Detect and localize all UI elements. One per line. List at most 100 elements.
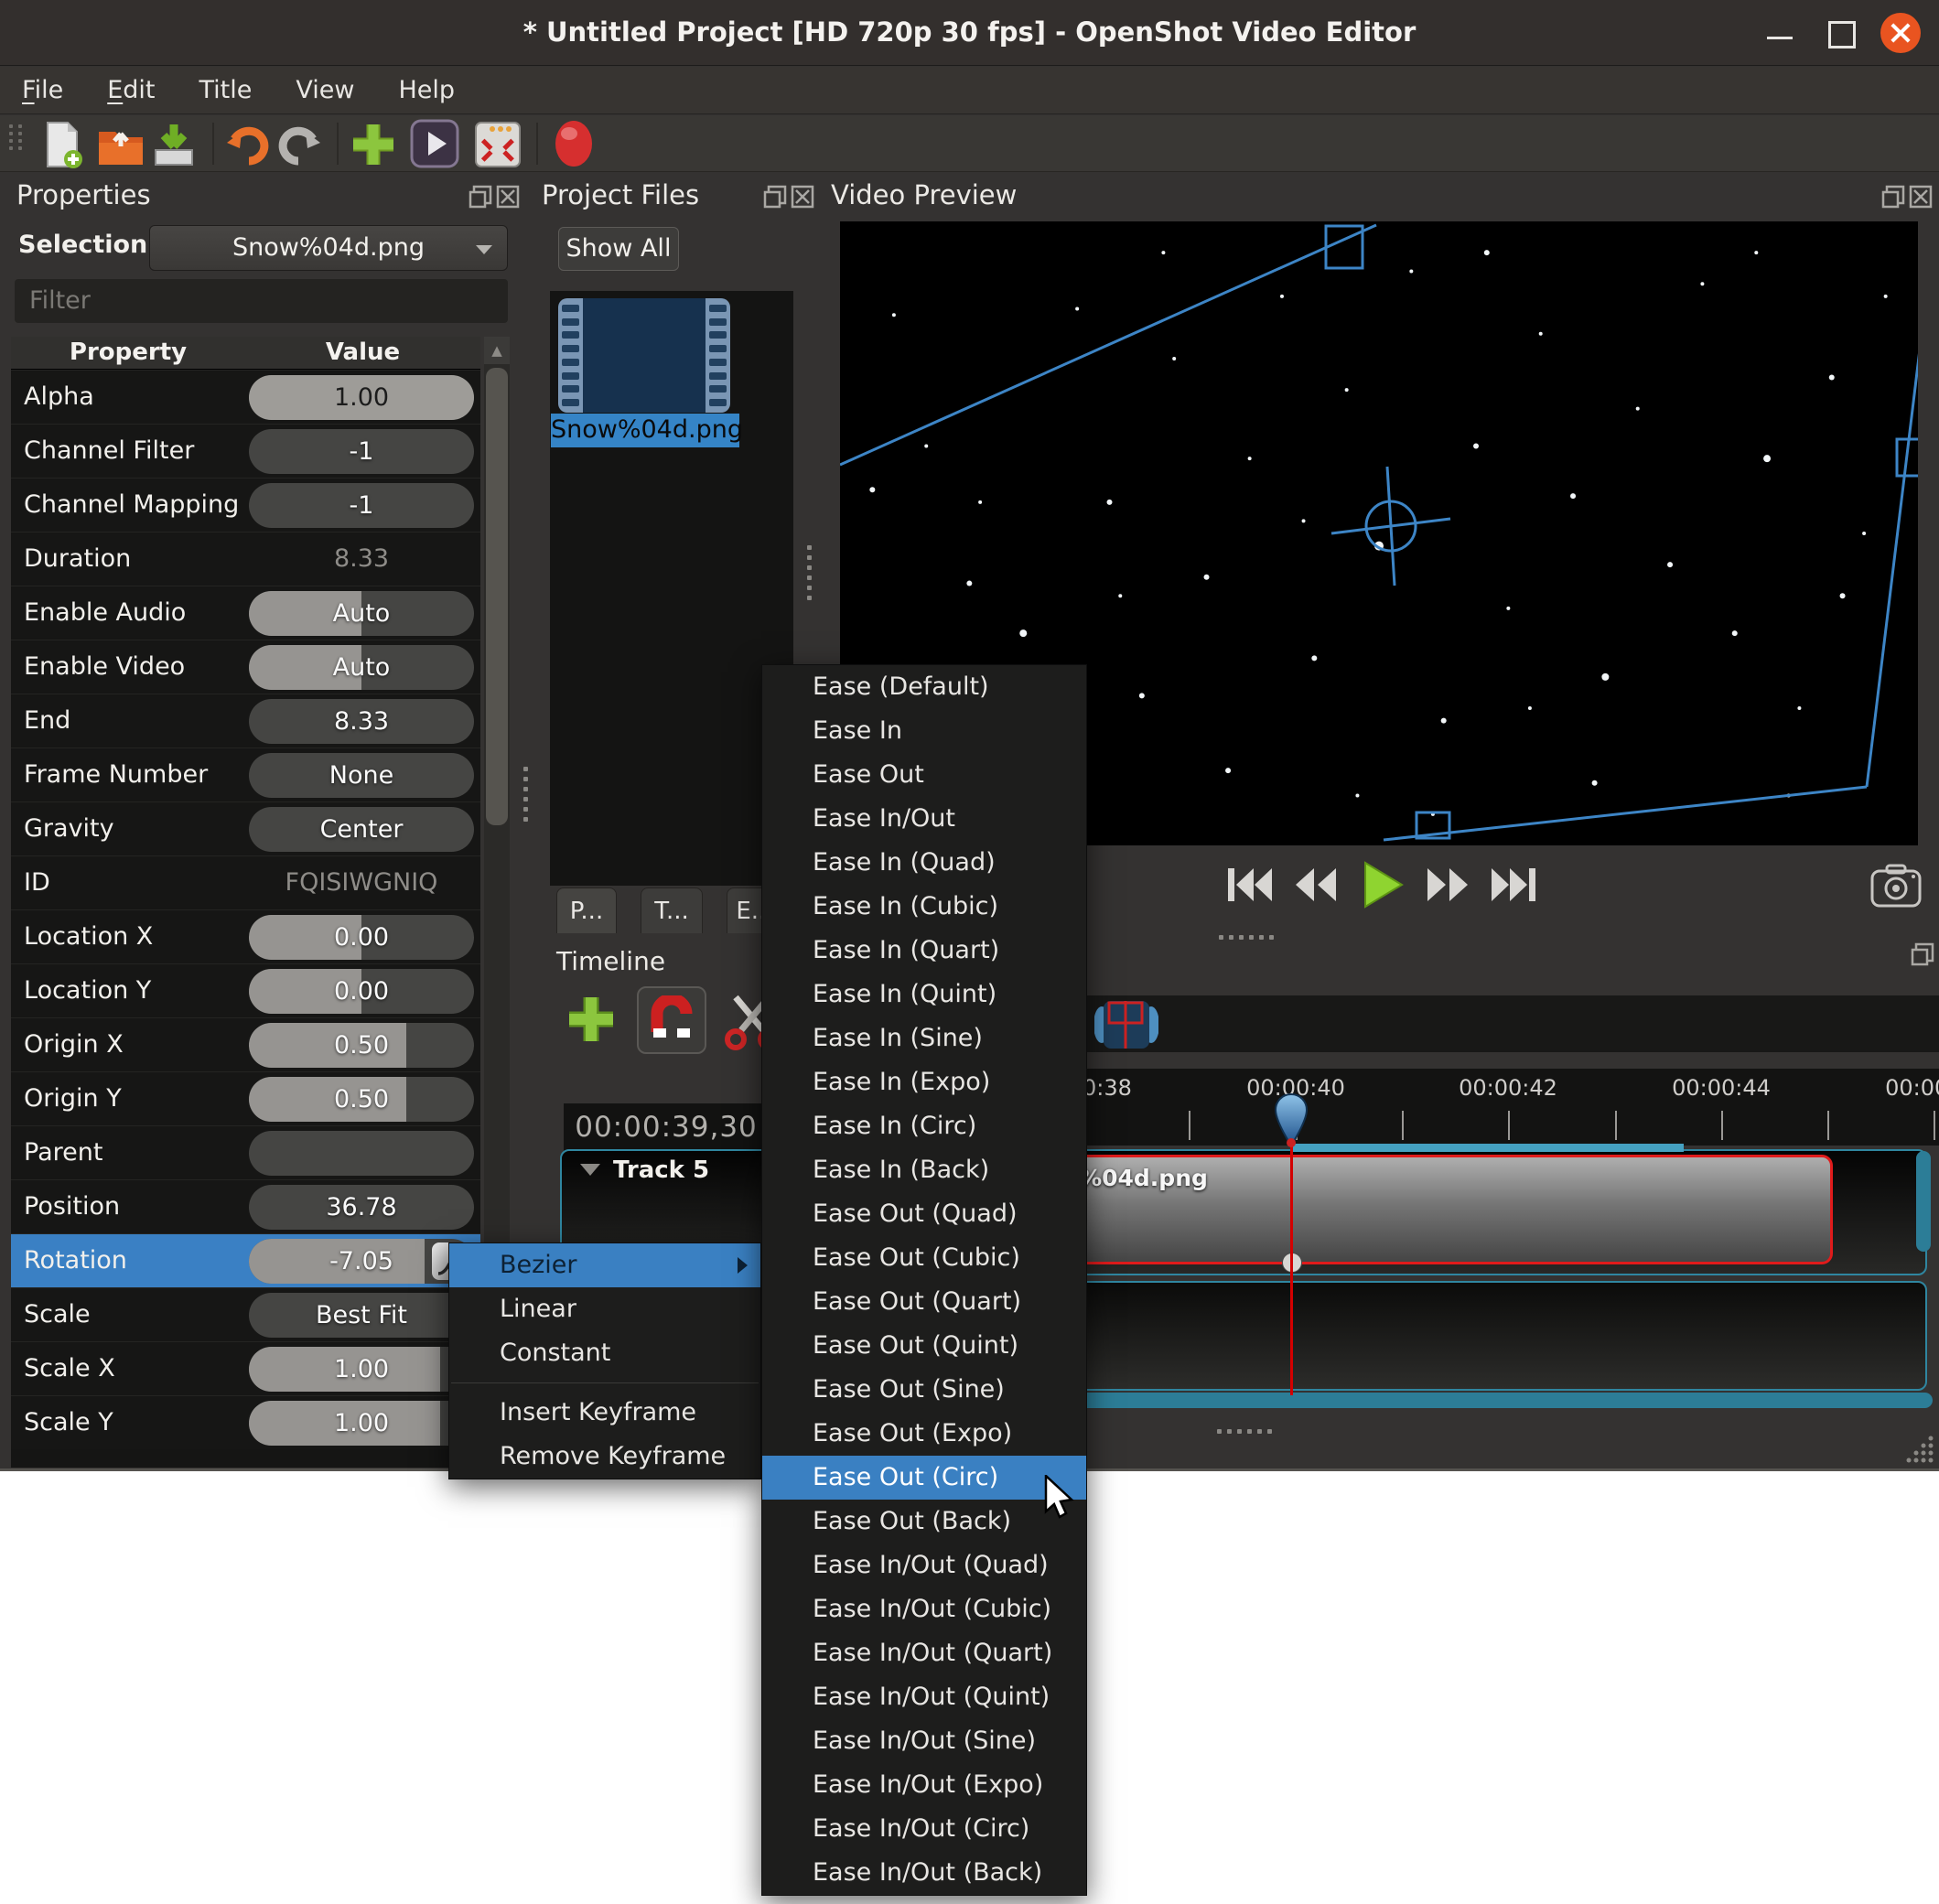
menubar-item-title[interactable]: Title [178,67,275,113]
property-row-duration[interactable]: Duration8.33 [11,532,480,586]
submenu-item-ease-in-out-cubic-[interactable]: Ease In/Out (Cubic) [762,1587,1086,1631]
filter-input[interactable]: Filter [15,279,508,323]
panel-splitter[interactable] [807,545,814,600]
timeline-vertical-scrollbar[interactable] [1916,1151,1931,1252]
menu-item-remove-keyframe[interactable]: Remove Keyframe [449,1435,760,1479]
submenu-item-ease-in-quad-[interactable]: Ease In (Quad) [762,841,1086,885]
property-value-slider[interactable]: Auto [249,645,474,690]
property-row-channel-filter[interactable]: Channel Filter-1 [11,424,480,478]
property-value-slider[interactable]: -1 [249,429,474,474]
property-row-gravity[interactable]: GravityCenter [11,801,480,855]
close-panel-icon[interactable] [791,185,814,209]
submenu-item-ease-in[interactable]: Ease In [762,709,1086,753]
submenu-item-ease-in-expo-[interactable]: Ease In (Expo) [762,1060,1086,1104]
menubar-item-view[interactable]: View [274,67,376,113]
property-row-location-y[interactable]: Location Y0.00 [11,963,480,1017]
property-value-slider[interactable]: 1.00 [249,375,474,420]
choose-profile-icon[interactable] [408,117,461,170]
chevron-down-icon[interactable] [580,1164,600,1176]
property-value-slider[interactable]: Best Fit [249,1293,474,1338]
property-value-slider[interactable]: 0.00 [249,915,474,960]
float-panel-icon[interactable] [763,185,787,209]
property-row-origin-x[interactable]: Origin X0.50 [11,1017,480,1071]
property-value-slider[interactable]: 0.50 [249,1077,474,1122]
scroll-up-icon[interactable]: ▲ [484,337,510,364]
close-panel-icon[interactable] [496,185,520,209]
menubar-item-file[interactable]: File [0,67,85,113]
toolbar-grip[interactable] [9,124,24,150]
menubar-item-help[interactable]: Help [376,67,477,113]
float-panel-icon[interactable] [1911,942,1934,966]
window-resize-grip[interactable] [1903,1433,1936,1466]
minimize-button[interactable] [1760,13,1800,53]
panel-splitter[interactable] [523,767,531,822]
maximize-button[interactable] [1820,13,1860,53]
tab-project-files[interactable]: P... [556,887,617,933]
submenu-item-ease-in-out-expo-[interactable]: Ease In/Out (Expo) [762,1763,1086,1807]
submenu-item-ease-in-out-sine-[interactable]: Ease In/Out (Sine) [762,1719,1086,1763]
selection-dropdown[interactable]: Snow%04d.png [149,225,508,271]
close-button[interactable] [1880,13,1921,53]
submenu-item-ease-in-circ-[interactable]: Ease In (Circ) [762,1104,1086,1148]
property-row-alpha[interactable]: Alpha1.00 [11,370,480,424]
file-name-selected[interactable]: Snow%04d.png [551,414,739,447]
timeline-clip[interactable]: Snow%04d.png [996,1155,1833,1264]
property-row-scale-y[interactable]: Scale Y1.00 [11,1395,480,1449]
property-value-slider[interactable]: None [249,753,474,798]
property-value-slider[interactable]: 1.00 [249,1347,474,1392]
submenu-item-ease-in-sine-[interactable]: Ease In (Sine) [762,1017,1086,1060]
property-value-slider[interactable]: 36.78 [249,1185,474,1230]
property-row-enable-audio[interactable]: Enable AudioAuto [11,586,480,640]
show-all-button[interactable]: Show All [558,227,679,271]
property-value-slider[interactable]: Auto [249,591,474,636]
property-row-id[interactable]: IDFQISIWGNIQ [11,855,480,909]
menubar-item-edit[interactable]: Edit [85,67,177,113]
property-value-slider[interactable]: 0.00 [249,969,474,1014]
property-value-slider[interactable]: 8.33 [249,699,474,744]
save-project-icon[interactable] [148,119,199,170]
playhead-line[interactable] [1290,1144,1293,1395]
property-row-end[interactable]: End8.33 [11,694,480,748]
menu-item-linear[interactable]: Linear [449,1287,760,1331]
submenu-item-ease-out-cubic-[interactable]: Ease Out (Cubic) [762,1236,1086,1280]
submenu-item-ease-in-out-quart-[interactable]: Ease In/Out (Quart) [762,1631,1086,1675]
float-panel-icon[interactable] [1881,185,1905,209]
import-files-icon[interactable] [348,119,399,170]
property-row-location-x[interactable]: Location X0.00 [11,909,480,963]
submenu-item-ease-default-[interactable]: Ease (Default) [762,665,1086,709]
export-video-icon[interactable] [547,117,600,170]
submenu-item-ease-out-quad-[interactable]: Ease Out (Quad) [762,1192,1086,1236]
submenu-item-ease-in-quint-[interactable]: Ease In (Quint) [762,973,1086,1017]
preview-timeline-splitter[interactable] [1219,935,1274,942]
open-project-icon[interactable] [95,119,146,170]
menu-item-constant[interactable]: Constant [449,1331,760,1375]
property-row-frame-number[interactable]: Frame NumberNone [11,748,480,801]
submenu-item-ease-out-quart-[interactable]: Ease Out (Quart) [762,1280,1086,1324]
submenu-item-ease-out-quint-[interactable]: Ease Out (Quint) [762,1324,1086,1368]
close-panel-icon[interactable] [1909,185,1933,209]
submenu-item-ease-in-back-[interactable]: Ease In (Back) [762,1148,1086,1192]
submenu-item-ease-out[interactable]: Ease Out [762,753,1086,797]
property-row-scale-x[interactable]: Scale X1.00 [11,1341,480,1395]
snapshot-camera-icon[interactable] [1870,864,1922,908]
submenu-item-ease-in-cubic-[interactable]: Ease In (Cubic) [762,885,1086,929]
submenu-item-ease-in-out-back-[interactable]: Ease In/Out (Back) [762,1851,1086,1895]
scrollbar-thumb[interactable] [486,368,508,825]
property-value-slider[interactable]: 0.50 [249,1023,474,1068]
jump-end-button[interactable] [1490,865,1537,905]
submenu-item-ease-in-out[interactable]: Ease In/Out [762,797,1086,841]
property-row-rotation[interactable]: Rotation-7.05 [11,1233,480,1287]
titlebar[interactable]: * Untitled Project [HD 720p 30 fps] - Op… [0,0,1939,66]
property-value-slider[interactable]: -7.05 [249,1239,474,1284]
submenu-item-ease-out-circ-[interactable]: Ease Out (Circ) [762,1456,1086,1500]
rewind-button[interactable] [1292,865,1340,905]
submenu-item-ease-in-quart-[interactable]: Ease In (Quart) [762,929,1086,973]
file-thumbnail[interactable] [558,298,730,413]
add-track-icon[interactable] [564,992,619,1047]
menu-item-insert-keyframe[interactable]: Insert Keyframe [449,1391,760,1435]
property-row-scale[interactable]: ScaleBest Fit [11,1287,480,1341]
submenu-item-ease-out-expo-[interactable]: Ease Out (Expo) [762,1412,1086,1456]
property-row-channel-mapping[interactable]: Channel Mapping-1 [11,478,480,532]
property-row-origin-y[interactable]: Origin Y0.50 [11,1071,480,1125]
property-row-position[interactable]: Position36.78 [11,1179,480,1233]
